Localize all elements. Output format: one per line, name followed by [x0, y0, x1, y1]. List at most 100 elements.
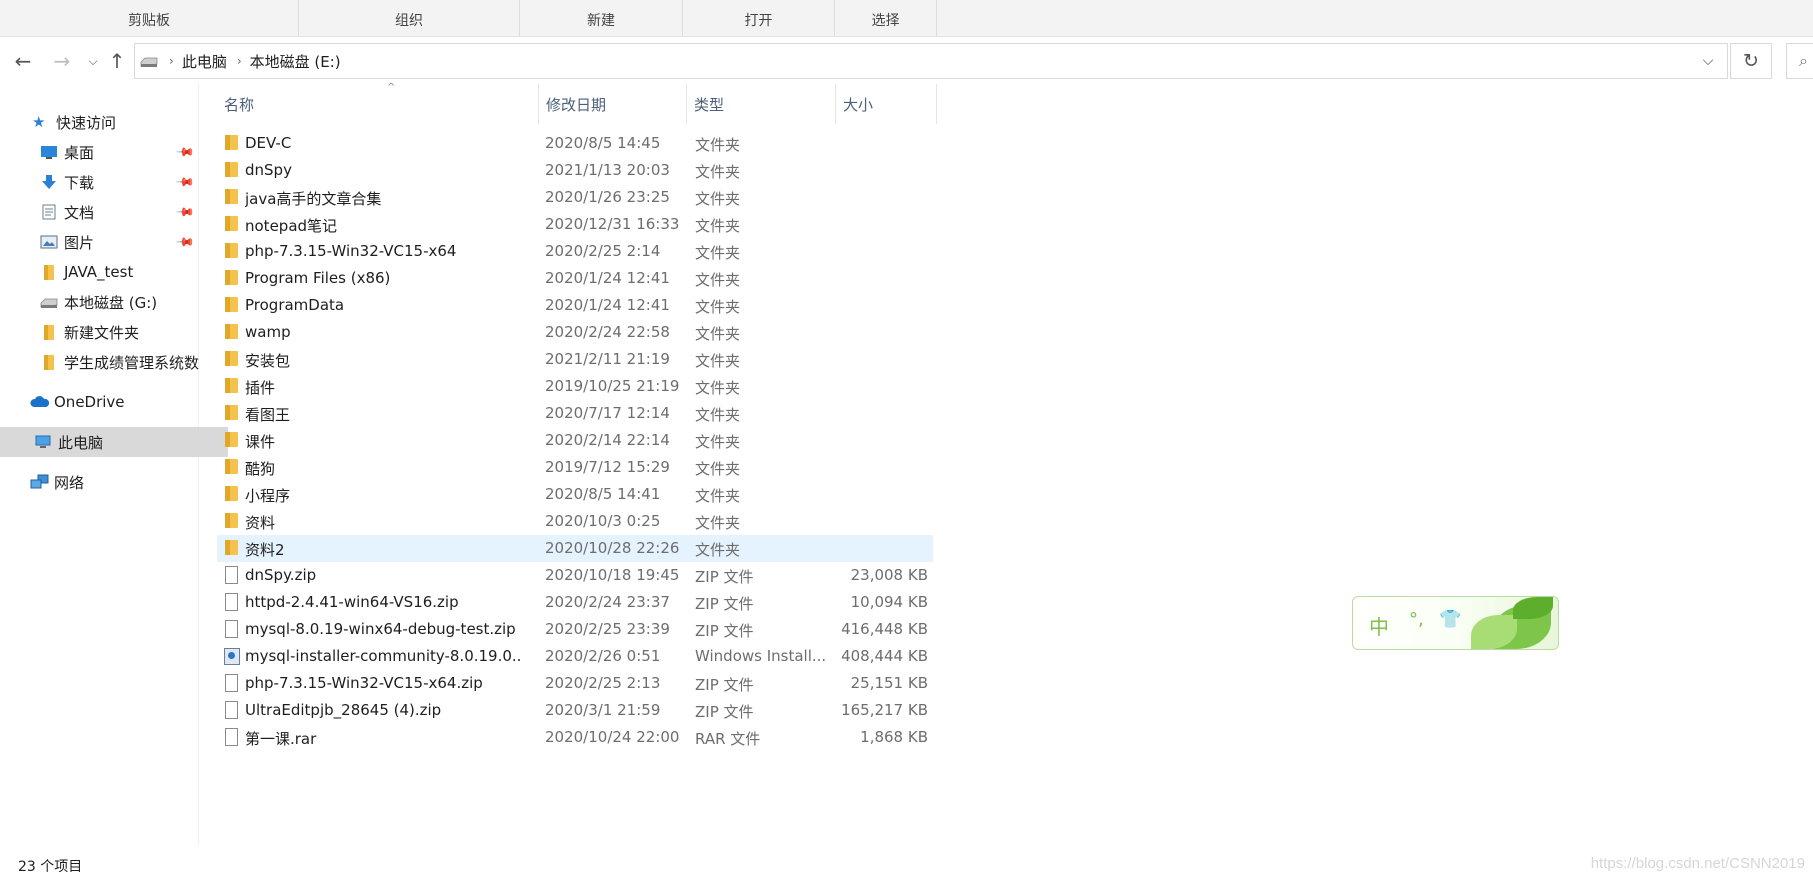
- folder-icon: [223, 431, 239, 449]
- installer-icon: [223, 647, 240, 665]
- breadcrumb-this-pc[interactable]: 此电脑: [182, 51, 227, 72]
- file-row[interactable]: Program Files (x86) 2020/1/24 12:41 文件夹: [217, 265, 933, 292]
- file-row[interactable]: dnSpy.zip 2020/10/18 19:45 ZIP 文件 23,008 KB: [217, 562, 933, 589]
- recent-locations-button[interactable]: ⌵: [80, 46, 106, 76]
- folder-icon: [223, 458, 239, 476]
- file-row[interactable]: 酷狗 2019/7/12 15:29 文件夹: [217, 454, 933, 481]
- file-row[interactable]: 插件 2019/10/25 21:19 文件夹: [217, 373, 933, 400]
- sort-ascending-icon: ^: [387, 82, 396, 93]
- file-row[interactable]: UltraEditpjb_28645 (4).zip 2020/3/1 21:59…: [217, 697, 933, 724]
- ribbon-group-organize[interactable]: 组织: [299, 0, 520, 36]
- folder-icon: [223, 296, 239, 314]
- file-size: 10,094 KB: [850, 593, 928, 611]
- file-type: 文件夹: [695, 541, 741, 559]
- sidebar-item-label: 学生成绩管理系统数: [64, 353, 200, 372]
- file-row[interactable]: java高手的文章合集 2020/1/26 23:25 文件夹: [217, 184, 933, 211]
- file-row[interactable]: ProgramData 2020/1/24 12:41 文件夹: [217, 292, 933, 319]
- file-type: 文件夹: [695, 406, 741, 424]
- ribbon-group-select[interactable]: 选择: [835, 0, 937, 36]
- sidebar-item-label: OneDrive: [54, 393, 125, 411]
- shirt-icon[interactable]: 👕: [1439, 609, 1461, 630]
- folder-icon: [223, 485, 239, 503]
- file-name: ProgramData: [245, 296, 345, 314]
- sidebar-item-onedrive[interactable]: OneDrive: [0, 387, 224, 417]
- file-date: 2020/2/14 22:14: [545, 431, 670, 449]
- navigation-pane: ★ 快速访问 桌面 📌 下载 📌 文档 📌 图片 📌 JAVA_test 本地磁…: [0, 84, 228, 844]
- file-type: 文件夹: [695, 460, 741, 478]
- file-size: 1,868 KB: [860, 728, 928, 746]
- arrow-right-icon: →: [53, 49, 71, 73]
- file-row[interactable]: 资料 2020/10/3 0:25 文件夹: [217, 508, 933, 535]
- pin-icon: 📌: [175, 171, 196, 193]
- drive-icon: [139, 55, 159, 67]
- cloud-icon: [30, 394, 50, 410]
- ime-punctuation-toggle[interactable]: °,: [1409, 609, 1424, 630]
- column-header-size[interactable]: 大小: [836, 84, 937, 124]
- sidebar-item-quick-access[interactable]: ★ 快速访问: [0, 107, 226, 137]
- forward-button[interactable]: →: [49, 46, 75, 76]
- file-date: 2020/3/1 21:59: [545, 701, 661, 719]
- file-row[interactable]: httpd-2.4.41-win64-VS16.zip 2020/2/24 23:…: [217, 589, 933, 616]
- column-header-date[interactable]: 修改日期: [539, 84, 687, 124]
- file-row[interactable]: wamp 2020/2/24 22:58 文件夹: [217, 319, 933, 346]
- ime-toolbar[interactable]: 中 °, 👕: [1352, 596, 1559, 650]
- sidebar-item-this-pc[interactable]: 此电脑: [0, 427, 228, 457]
- file-type: 文件夹: [695, 325, 741, 343]
- file-row[interactable]: mysql-8.0.19-winx64-debug-test.zip 2020/2…: [217, 616, 933, 643]
- file-name: dnSpy.zip: [245, 566, 317, 584]
- pin-icon: 📌: [175, 231, 196, 253]
- file-row[interactable]: 看图王 2020/7/17 12:14 文件夹: [217, 400, 933, 427]
- search-box[interactable]: ⌕: [1786, 43, 1813, 79]
- pictures-icon: [40, 234, 58, 250]
- ribbon-group-label: 选择: [871, 13, 900, 29]
- column-header-name[interactable]: 名称 ^: [217, 82, 539, 124]
- file-row[interactable]: dnSpy 2021/1/13 20:03 文件夹: [217, 157, 933, 184]
- file-date: 2019/10/25 21:19: [545, 377, 680, 395]
- file-date: 2020/2/26 0:51: [545, 647, 661, 665]
- ribbon-group-label: 新建: [587, 13, 615, 29]
- ime-mode-toggle[interactable]: 中: [1369, 611, 1389, 640]
- address-bar[interactable]: › 此电脑 › 本地磁盘 (E:) ⌵: [134, 43, 1728, 79]
- column-header-type[interactable]: 类型: [687, 84, 836, 124]
- folder-icon: [223, 188, 239, 206]
- file-row[interactable]: DEV-C 2020/8/5 14:45 文件夹: [217, 130, 933, 157]
- file-row[interactable]: 小程序 2020/8/5 14:41 文件夹: [217, 481, 933, 508]
- desktop-icon: [40, 144, 58, 160]
- ribbon-group-new[interactable]: 新建: [520, 0, 683, 36]
- address-dropdown-button[interactable]: ⌵: [1689, 44, 1727, 78]
- file-row[interactable]: notepad笔记 2020/12/31 16:33 文件夹: [217, 211, 933, 238]
- file-icon: [223, 593, 239, 611]
- file-name: 安装包: [245, 352, 291, 370]
- search-icon: ⌕: [1799, 51, 1808, 70]
- file-name: 课件: [245, 433, 276, 451]
- file-row[interactable]: php-7.3.15-Win32-VC15-x64 2020/2/25 2:14 文…: [217, 238, 933, 265]
- file-row[interactable]: 资料2 2020/10/28 22:26 文件夹: [217, 535, 933, 562]
- star-icon: ★: [32, 113, 46, 131]
- file-row[interactable]: php-7.3.15-Win32-VC15-x64.zip 2020/2/25 2…: [217, 670, 933, 697]
- refresh-button[interactable]: ↻: [1730, 43, 1772, 79]
- file-row[interactable]: 安装包 2021/2/11 21:19 文件夹: [217, 346, 933, 373]
- file-row[interactable]: 第一课.rar 2020/10/24 22:00 RAR 文件 1,868 KB: [217, 724, 933, 751]
- folder-icon: [223, 242, 239, 260]
- up-button[interactable]: ↑: [104, 46, 130, 76]
- folder-icon: [223, 161, 239, 179]
- file-row[interactable]: 课件 2020/2/14 22:14 文件夹: [217, 427, 933, 454]
- file-name: php-7.3.15-Win32-VC15-x64: [245, 242, 457, 260]
- folder-icon: [223, 377, 239, 395]
- file-name: wamp: [245, 323, 291, 341]
- file-type: RAR 文件: [695, 730, 761, 748]
- file-name: 酷狗: [245, 460, 276, 478]
- file-name: mysql-8.0.19-winx64-debug-test.zip: [245, 620, 516, 638]
- file-date: 2020/2/24 23:37: [545, 593, 670, 611]
- file-size: 165,217 KB: [841, 701, 928, 719]
- file-type: ZIP 文件: [695, 595, 754, 613]
- ribbon-group-open[interactable]: 打开: [683, 0, 835, 36]
- back-button[interactable]: ←: [10, 46, 36, 76]
- breadcrumb-separator-icon: ›: [236, 54, 242, 68]
- file-row[interactable]: mysql-installer-community-8.0.19.0.... 20…: [217, 643, 933, 670]
- file-type: 文件夹: [695, 217, 741, 235]
- sidebar-item-network[interactable]: 网络: [0, 467, 224, 497]
- ribbon-group-clipboard[interactable]: 剪贴板: [0, 0, 299, 36]
- file-date: 2020/2/25 23:39: [545, 620, 670, 638]
- breadcrumb-local-disk-e[interactable]: 本地磁盘 (E:): [250, 51, 341, 72]
